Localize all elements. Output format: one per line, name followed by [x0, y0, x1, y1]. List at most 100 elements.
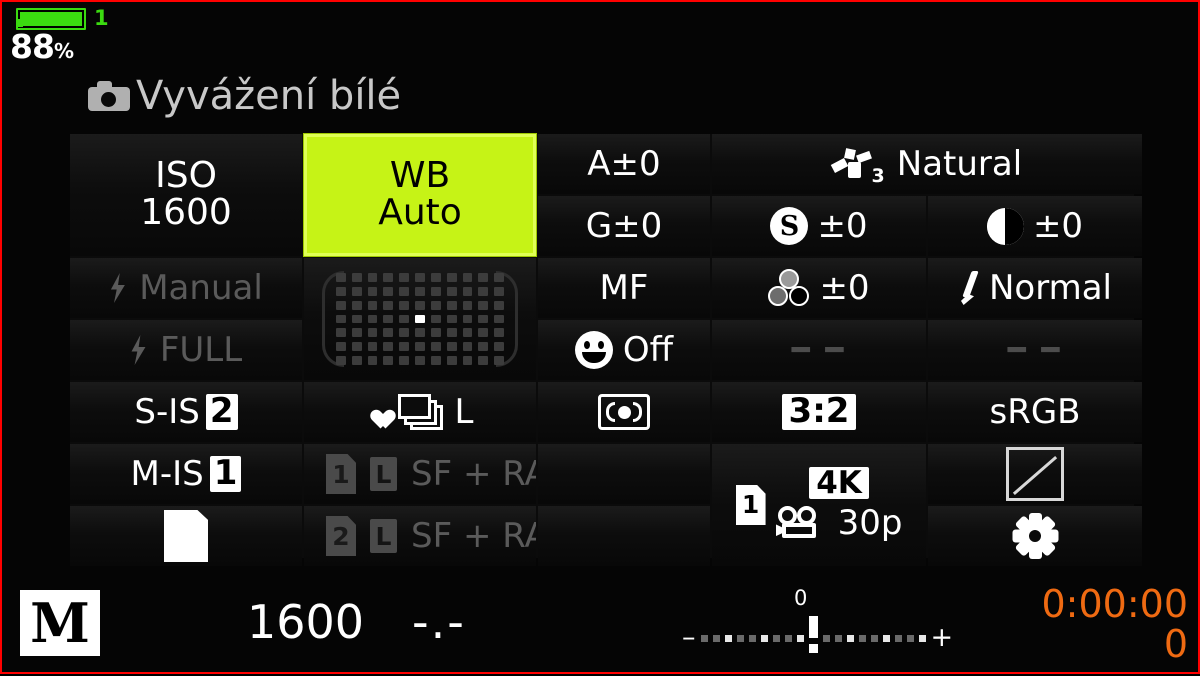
af-point[interactable] — [383, 328, 394, 338]
af-point[interactable] — [336, 342, 346, 352]
af-point[interactable] — [446, 328, 457, 338]
af-point[interactable] — [478, 286, 489, 296]
af-point[interactable] — [478, 328, 489, 338]
af-point[interactable] — [446, 342, 457, 352]
movie-spec-cell[interactable]: 1 4K 30p — [712, 444, 926, 566]
af-point[interactable] — [430, 342, 441, 352]
af-point[interactable] — [494, 273, 504, 282]
af-point[interactable] — [351, 286, 362, 296]
af-point[interactable] — [383, 314, 394, 324]
highlight-shadow-cell[interactable] — [928, 444, 1142, 504]
sheet-cell[interactable] — [70, 506, 302, 566]
af-point[interactable] — [415, 300, 425, 310]
af-point[interactable] — [336, 328, 346, 338]
focus-mode-cell[interactable]: MF — [538, 258, 710, 318]
af-point[interactable] — [383, 273, 394, 282]
af-point[interactable] — [494, 356, 504, 365]
af-point[interactable] — [430, 300, 441, 310]
af-point[interactable] — [351, 273, 362, 282]
af-point[interactable] — [367, 356, 378, 365]
face-detect-cell[interactable]: Off — [538, 320, 710, 380]
af-point[interactable] — [478, 273, 489, 282]
af-point[interactable] — [478, 300, 489, 310]
iso-cell[interactable]: ISO 1600 — [70, 134, 302, 256]
af-point[interactable] — [383, 356, 394, 365]
flash-power-cell[interactable]: FULL — [70, 320, 302, 380]
af-point[interactable] — [430, 328, 441, 338]
af-point[interactable] — [383, 286, 394, 296]
af-point[interactable] — [351, 328, 362, 338]
af-point[interactable] — [351, 300, 362, 310]
af-point[interactable] — [336, 286, 346, 296]
af-point[interactable] — [494, 314, 504, 324]
contrast-cell[interactable]: ±0 — [928, 196, 1142, 256]
af-area-cell[interactable] — [304, 258, 536, 380]
af-point[interactable] — [383, 300, 394, 310]
af-point[interactable] — [462, 356, 473, 365]
af-point[interactable] — [430, 314, 441, 324]
af-point[interactable] — [399, 314, 410, 324]
empty-cell-2[interactable]: ━ ━ — [928, 320, 1142, 380]
af-point[interactable] — [430, 356, 441, 365]
flash-mode-cell[interactable]: Manual — [70, 258, 302, 318]
af-point[interactable] — [399, 328, 410, 338]
af-point[interactable] — [462, 314, 473, 324]
saturation-cell[interactable]: S ±0 — [712, 196, 926, 256]
empty-cell-1[interactable]: ━ ━ — [712, 320, 926, 380]
wb-amber-cell[interactable]: A±0 — [538, 134, 710, 194]
af-point[interactable] — [383, 342, 394, 352]
drive-mode-cell[interactable]: L — [304, 382, 536, 442]
af-point[interactable] — [351, 314, 362, 324]
af-point[interactable] — [462, 342, 473, 352]
af-point[interactable] — [351, 356, 362, 365]
af-point[interactable] — [367, 273, 378, 282]
metering-cell[interactable] — [538, 382, 710, 442]
af-point[interactable] — [336, 356, 346, 365]
sharpness-cell[interactable]: ±0 — [712, 258, 926, 318]
af-point[interactable] — [415, 314, 425, 324]
image-stabilizer-still-cell[interactable]: S-IS 2 — [70, 382, 302, 442]
af-point[interactable] — [367, 286, 378, 296]
af-point[interactable] — [415, 273, 425, 282]
af-point[interactable] — [415, 356, 425, 365]
af-point[interactable] — [336, 314, 346, 324]
af-point[interactable] — [478, 314, 489, 324]
af-point[interactable] — [367, 328, 378, 338]
af-point[interactable] — [415, 342, 425, 352]
af-point[interactable] — [494, 342, 504, 352]
card-slot-2-quality-cell[interactable]: 2 L SF + RAW — [304, 506, 536, 566]
af-point[interactable] — [336, 300, 346, 310]
wb-green-cell[interactable]: G±0 — [538, 196, 710, 256]
af-point[interactable] — [494, 328, 504, 338]
af-point[interactable] — [446, 314, 457, 324]
af-point[interactable] — [430, 286, 441, 296]
af-point[interactable] — [367, 300, 378, 310]
af-point[interactable] — [399, 273, 410, 282]
card-slot-1-quality-cell[interactable]: 1 L SF + RAW — [304, 444, 536, 504]
af-point[interactable] — [462, 300, 473, 310]
af-point[interactable] — [478, 356, 489, 365]
af-point[interactable] — [399, 342, 410, 352]
af-point[interactable] — [351, 342, 362, 352]
af-point[interactable] — [415, 286, 425, 296]
af-point[interactable] — [478, 342, 489, 352]
gradation-cell[interactable]: Normal — [928, 258, 1142, 318]
af-point[interactable] — [446, 286, 457, 296]
af-point[interactable] — [415, 328, 425, 338]
shooting-mode-badge[interactable]: M — [20, 590, 100, 656]
af-point[interactable] — [446, 300, 457, 310]
af-point[interactable] — [336, 273, 346, 282]
af-point[interactable] — [494, 300, 504, 310]
aspect-ratio-cell[interactable]: 3:2 — [712, 382, 926, 442]
af-point[interactable] — [367, 342, 378, 352]
af-point[interactable] — [367, 314, 378, 324]
af-point[interactable] — [462, 286, 473, 296]
af-point[interactable] — [462, 273, 473, 282]
af-point[interactable] — [446, 356, 457, 365]
af-point[interactable] — [462, 328, 473, 338]
af-point[interactable] — [446, 273, 457, 282]
af-point[interactable] — [494, 286, 504, 296]
color-space-cell[interactable]: sRGB — [928, 382, 1142, 442]
af-point[interactable] — [399, 356, 410, 365]
image-stabilizer-movie-cell[interactable]: M-IS 1 — [70, 444, 302, 504]
